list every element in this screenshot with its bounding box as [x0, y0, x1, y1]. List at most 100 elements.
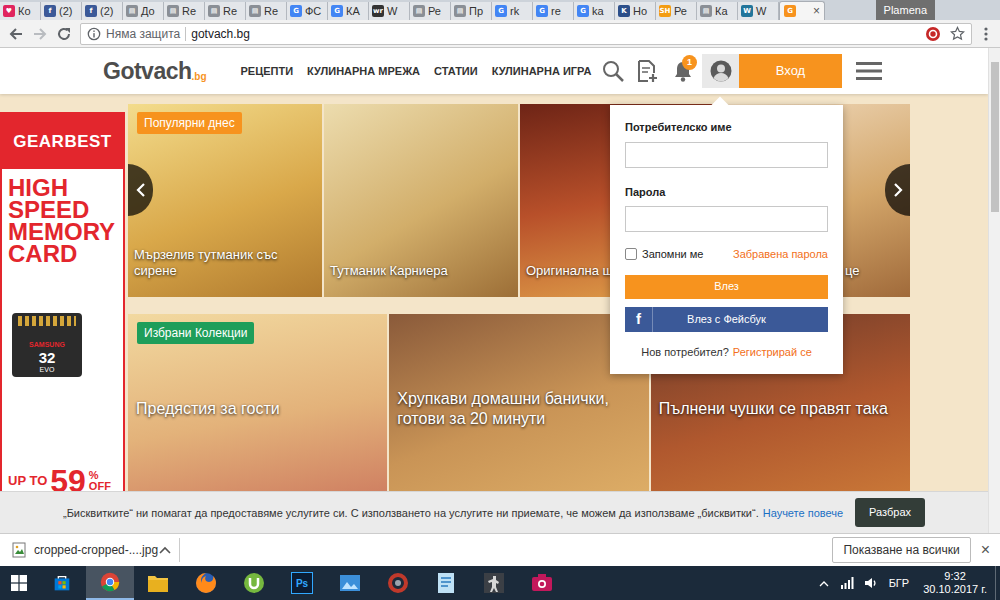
search-icon[interactable]: [596, 59, 630, 83]
favicon: ♥: [3, 5, 15, 17]
browser-tab[interactable]: ▤До: [123, 2, 164, 20]
show-all-button[interactable]: Показване на всички: [832, 537, 970, 563]
browser-tab[interactable]: wrW: [369, 2, 410, 20]
nav-link[interactable]: КУЛИНАРНА МРЕЖА: [307, 63, 420, 80]
browser-tab[interactable]: KНо: [615, 2, 656, 20]
recipe-title[interactable]: Мързелив тутманик със сирене: [134, 247, 318, 279]
browser-tab[interactable]: f(2): [82, 2, 123, 20]
taskbar-app[interactable]: [518, 566, 566, 600]
taskbar-app[interactable]: [374, 566, 422, 600]
clock[interactable]: 9:3230.10.2017 г.: [915, 570, 995, 596]
browser-tab[interactable]: GКА: [328, 2, 369, 20]
browser-tab[interactable]: G×: [779, 1, 825, 20]
browser-tab[interactable]: f(2): [41, 2, 82, 20]
facebook-login-button[interactable]: fВлез с Фейсбук: [625, 307, 828, 332]
scroll-thumb[interactable]: [991, 62, 999, 212]
profile-button[interactable]: Plamena: [876, 0, 935, 20]
download-item[interactable]: cropped-cropped-....jpg: [0, 538, 180, 562]
extension-icon[interactable]: [925, 26, 941, 42]
remember-checkbox[interactable]: [625, 248, 637, 260]
favicon: ▤: [208, 5, 220, 17]
ring-icon: [387, 572, 409, 594]
close-downloads-button[interactable]: ×: [981, 538, 990, 562]
avatar-button[interactable]: [702, 54, 739, 88]
collection-title[interactable]: Предястия за гости: [136, 399, 280, 419]
taskbar-app[interactable]: [134, 566, 182, 600]
browser-tab[interactable]: GФС: [287, 2, 328, 20]
taskbar-app[interactable]: [182, 566, 230, 600]
taskbar-app[interactable]: Ps: [278, 566, 326, 600]
address-bar[interactable]: Няма защитаgotvach.bg: [80, 23, 972, 45]
nav-link[interactable]: КУЛИНАРНА ИГРА: [492, 63, 592, 80]
network-icon[interactable]: [835, 577, 859, 589]
accept-cookies-button[interactable]: Разбрах: [855, 498, 925, 527]
nav-link[interactable]: СТАТИИ: [434, 63, 478, 80]
reload-icon[interactable]: [56, 26, 72, 42]
browser-tab[interactable]: Gre: [533, 2, 574, 20]
chevron-up-icon[interactable]: [159, 546, 171, 554]
password-input[interactable]: [625, 206, 828, 232]
submit-button[interactable]: Влез: [625, 275, 828, 299]
taskbar-app[interactable]: [422, 566, 470, 600]
favicon: f: [44, 5, 56, 17]
browser-tab[interactable]: ▤Re: [246, 2, 287, 20]
browser-tab[interactable]: ▤Re: [205, 2, 246, 20]
remember-me[interactable]: Запомни ме: [625, 246, 703, 263]
back-icon[interactable]: [8, 26, 24, 42]
browser-tab[interactable]: ▤Пр: [451, 2, 492, 20]
browser-tab[interactable]: SHРе: [656, 2, 697, 20]
star-icon[interactable]: [950, 26, 965, 41]
add-recipe-icon[interactable]: [630, 59, 664, 83]
browser-tab[interactable]: Gka: [574, 2, 615, 20]
show-desktop-button[interactable]: [995, 566, 1000, 600]
nav-link[interactable]: РЕЦЕПТИ: [241, 63, 294, 80]
forward-icon[interactable]: [32, 26, 48, 42]
collection-title[interactable]: Пълнени чушки се правят така: [659, 399, 888, 419]
browser-tab[interactable]: ▤Re: [164, 2, 205, 20]
language-indicator[interactable]: БГР: [883, 575, 916, 592]
recipe-title[interactable]: це: [845, 263, 906, 279]
menu-icon[interactable]: [980, 26, 992, 42]
hamburger-icon[interactable]: [856, 60, 882, 82]
tab-title: Ка: [715, 6, 728, 17]
recipe-title[interactable]: Тутманик Карниера: [330, 263, 514, 279]
browser-tab[interactable]: ▤Ре: [410, 2, 451, 20]
start-button[interactable]: [0, 566, 38, 600]
scrollbar[interactable]: [988, 48, 1000, 533]
taskbar-app[interactable]: [326, 566, 374, 600]
tray-arrow-icon[interactable]: [813, 580, 835, 587]
tab-title: Re: [223, 6, 237, 17]
taskbar-app[interactable]: [86, 566, 134, 600]
ad-banner[interactable]: GEARBESTHIGHSPEEDMEMORYCARDSAMSUNG32EVOU…: [0, 112, 125, 532]
browser-tab[interactable]: ♥Ко: [0, 2, 41, 20]
collection-title[interactable]: Хрупкави домашни банички, готови за 20 м…: [397, 389, 632, 429]
image-file-icon: [12, 542, 26, 558]
username-label: Потребителско име: [625, 119, 828, 136]
learn-more-link[interactable]: Научете повече: [763, 507, 843, 519]
taskbar-app[interactable]: [470, 566, 518, 600]
tab-close-button[interactable]: ×: [813, 5, 820, 17]
volume-icon[interactable]: [859, 577, 883, 589]
username-input[interactable]: [625, 142, 828, 168]
taskbar-app[interactable]: [230, 566, 278, 600]
register-link[interactable]: Регистрирай се: [733, 344, 812, 361]
section-badge: Популярни днес: [137, 112, 242, 134]
favicon: K: [618, 5, 630, 17]
tab-title: Ре: [428, 6, 441, 17]
firefox-icon: [195, 572, 217, 594]
favicon: G: [536, 5, 548, 17]
browser-tab[interactable]: Grk: [492, 2, 533, 20]
login-button[interactable]: Вход: [739, 54, 842, 88]
browser-tab[interactable]: WW: [738, 2, 779, 20]
tab-title: Re: [182, 6, 196, 17]
recipe-card[interactable]: Тутманик Карниера: [324, 104, 518, 297]
browser-tab[interactable]: ▤Ка: [697, 2, 738, 20]
forgot-password-link[interactable]: Забравена парола: [733, 246, 828, 263]
tab-title: Но: [633, 6, 647, 17]
tab-title: Пр: [469, 6, 483, 17]
taskbar-app[interactable]: [38, 566, 86, 600]
ad-brand: GEARBEST: [13, 129, 111, 155]
notifications[interactable]: 1: [664, 59, 702, 83]
tab-title: До: [141, 6, 155, 17]
site-logo[interactable]: Gotvach.bg: [103, 60, 207, 83]
